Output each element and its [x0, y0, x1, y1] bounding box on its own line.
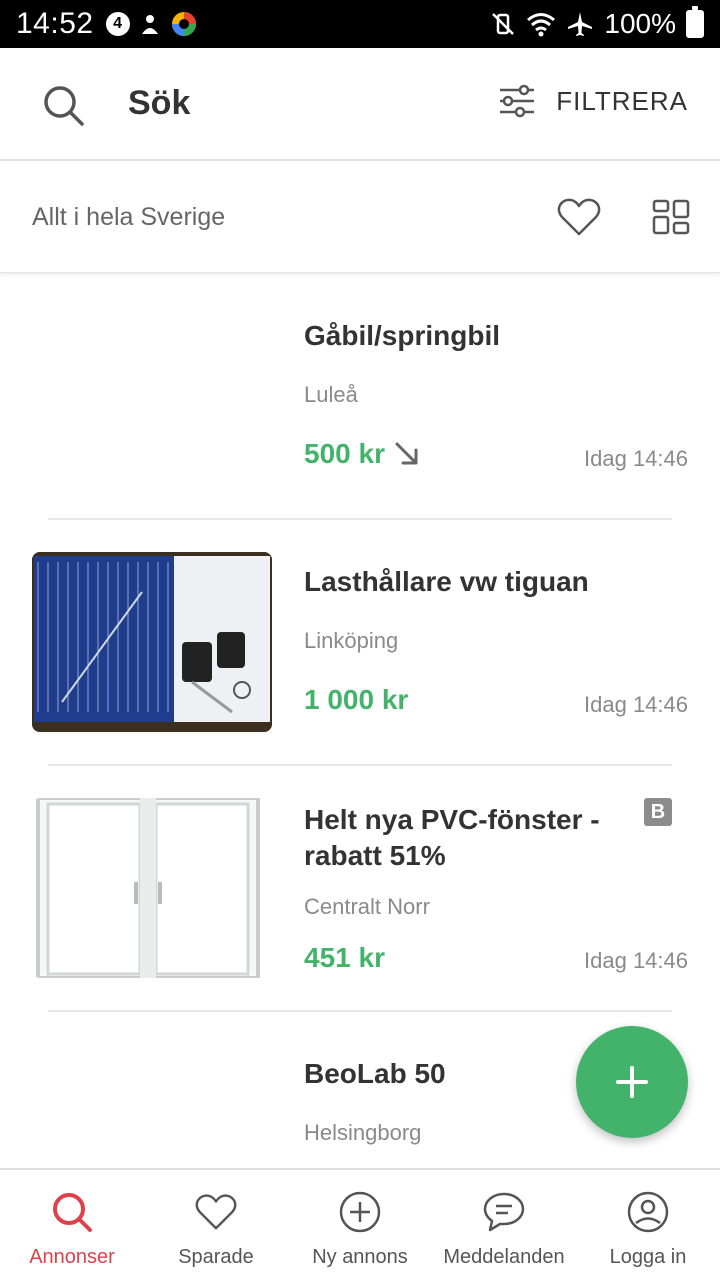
nav-logga-in[interactable]: Logga in: [576, 1170, 720, 1280]
bottom-navigation: Annonser Sparade Ny annons Meddelanden L…: [0, 1168, 720, 1280]
notification-icons: 4: [105, 10, 198, 38]
location-bar: Allt i hela Sverige: [0, 163, 720, 273]
listing-price-value: 1 000 kr: [304, 684, 409, 715]
listing-location: Helsingborg: [304, 1120, 422, 1145]
listing-location: Centralt Norr: [304, 894, 430, 919]
nav-meddelanden[interactable]: Meddelanden: [432, 1170, 576, 1280]
color-wheel-icon: [171, 12, 196, 36]
list-item[interactable]: Helt nya PVC-fönster - rabatt 51% B Cent…: [0, 766, 720, 1012]
nav-ny-annons[interactable]: Ny annons: [288, 1170, 432, 1280]
listing-location: Luleå: [304, 382, 358, 407]
search-icon: [53, 1193, 92, 1232]
chat-icon: [483, 1192, 525, 1232]
listing-time: Idag 14:46: [584, 948, 688, 973]
nav-label: Annonser: [29, 1246, 115, 1268]
listing-title: Gåbil/springbil: [304, 320, 501, 351]
add-listing-button[interactable]: [576, 1026, 688, 1138]
vibrate-off-icon: [492, 13, 515, 35]
nav-label: Sparade: [178, 1246, 254, 1268]
battery-icon: [686, 6, 704, 38]
nav-label: Logga in: [609, 1246, 687, 1268]
grid-view-icon[interactable]: [652, 199, 690, 235]
price-reduced-arrow-icon: [395, 442, 418, 465]
save-search-heart-icon[interactable]: [556, 197, 602, 237]
status-bar: 14:52 4 100%: [0, 0, 720, 48]
nav-sparade[interactable]: Sparade: [144, 1170, 288, 1280]
listing-image: [32, 798, 272, 978]
wifi-icon: [527, 13, 556, 37]
listing-title: Lasthållare vw tiguan: [304, 566, 589, 597]
app-notification-icon: [141, 15, 158, 34]
heart-icon: [195, 1194, 237, 1230]
listing-price-value: 451 kr: [304, 942, 385, 973]
listing-price-value: 500 kr: [304, 438, 385, 469]
search-header: Sök FILTRERA: [0, 48, 720, 161]
airplane-icon: [568, 12, 593, 36]
listing-time: Idag 14:46: [584, 692, 688, 717]
filter-button[interactable]: FILTRERA: [498, 84, 688, 118]
listing-time: Idag 14:46: [584, 446, 688, 471]
list-item[interactable]: Lasthållare vw tiguan Linköping 1 000 kr…: [0, 520, 720, 766]
system-icons: 100%: [490, 6, 704, 40]
listing-location: Linköping: [304, 628, 399, 653]
plus-circle-icon: [339, 1191, 381, 1233]
nav-annonser[interactable]: Annonser: [0, 1170, 144, 1280]
listing-title: Helt nya PVC-fönster - rabatt 51%: [304, 804, 600, 871]
nav-label: Ny annons: [312, 1246, 408, 1268]
user-icon: [627, 1191, 669, 1233]
battery-percent: 100%: [604, 8, 676, 39]
status-time: 14:52: [16, 7, 94, 40]
location-selector[interactable]: Allt i hela Sverige: [32, 203, 225, 232]
page-title: Sök: [128, 84, 191, 122]
listing-price: 1 000 kr: [304, 684, 408, 716]
listing-image: [32, 552, 272, 732]
filter-label: FILTRERA: [556, 85, 688, 116]
list-item[interactable]: Gåbil/springbil Luleå 500 kr Idag 14:46: [0, 278, 720, 524]
plus-icon: [616, 1066, 648, 1098]
sliders-icon: [500, 84, 535, 118]
business-badge: B: [644, 798, 672, 826]
listing-price: 500 kr: [304, 438, 421, 470]
nav-label: Meddelanden: [443, 1246, 565, 1268]
channel-four-icon: 4: [105, 12, 130, 36]
search-icon[interactable]: [40, 82, 86, 128]
listing-price: 451 kr: [304, 942, 385, 974]
